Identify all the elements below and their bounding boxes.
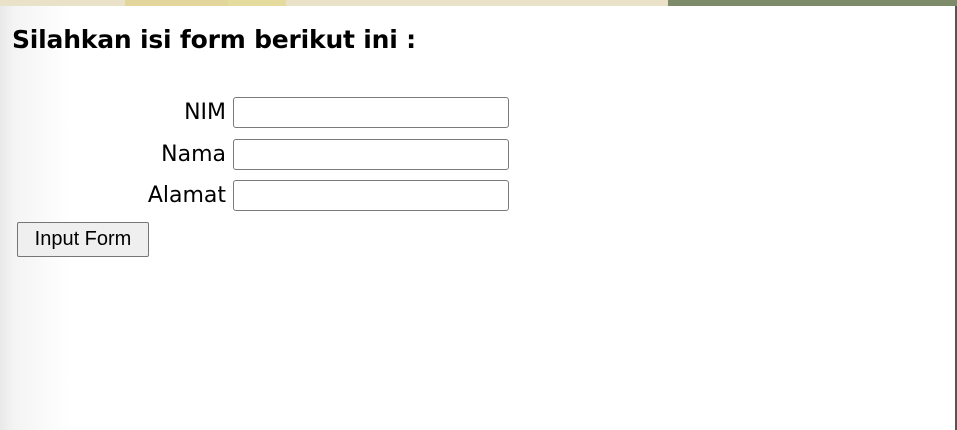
nama-label: Nama [161, 142, 226, 167]
page-title: Silahkan isi form berikut ini : [12, 25, 416, 54]
strip-segment [228, 0, 286, 6]
top-decorative-strip [0, 0, 957, 6]
input-form-button[interactable]: Input Form [17, 222, 149, 257]
nim-input[interactable] [233, 97, 509, 128]
form-row-alamat: Alamat [0, 179, 520, 215]
alamat-label: Alamat [147, 183, 226, 208]
alamat-input[interactable] [233, 180, 509, 211]
nama-input[interactable] [233, 139, 509, 170]
form-row-nim: NIM [0, 96, 520, 132]
strip-segment [668, 0, 957, 6]
left-page-shadow [0, 6, 70, 430]
strip-segment [125, 0, 230, 6]
nim-label: NIM [184, 100, 226, 125]
form-row-nama: Nama [0, 138, 520, 174]
